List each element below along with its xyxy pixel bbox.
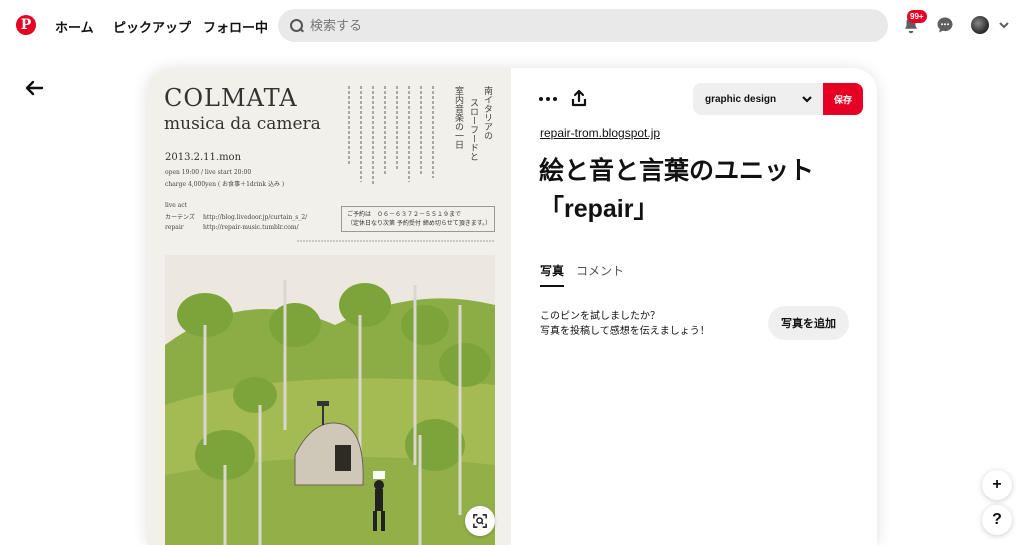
user-avatar[interactable] xyxy=(971,16,989,34)
search-icon xyxy=(290,18,304,33)
poster-reserve-line1: ご予約は ０６－６３７２－５５１９まで xyxy=(347,211,462,218)
visual-search-lens-button[interactable] xyxy=(465,506,495,536)
create-plus-button[interactable]: + xyxy=(982,470,1012,500)
poster-vertical-2: スローフードと xyxy=(468,98,478,161)
pin-closeup-card: COLMATA musica da camera 2013.2.11.mon o… xyxy=(147,68,877,545)
poster-fine-print xyxy=(297,240,495,242)
poster-reserve-line2: （定休日なり次第 予約受付 締め切らせて頂きます。） xyxy=(347,220,492,227)
account-chevron-down-icon[interactable] xyxy=(998,18,1010,30)
share-icon[interactable] xyxy=(571,89,587,107)
poster-vertical-1: 南イタリアの xyxy=(482,86,492,140)
search-bar[interactable] xyxy=(278,9,888,42)
chevron-down-icon xyxy=(802,96,812,103)
back-arrow-icon[interactable] xyxy=(24,80,44,96)
poster-vertical-3: 室内音楽の一日 xyxy=(453,86,463,149)
source-link[interactable]: repair-trom.blogspot.jp xyxy=(540,126,660,140)
tried-prompt-text: 写真を投稿して感想を伝えましょう！ xyxy=(540,326,710,337)
poster-charge: charge 4,000yen ( お食事＋1drink 込み ) xyxy=(165,181,285,188)
poster-title: COLMATA xyxy=(164,84,298,112)
poster-date: 2013.2.11.mon xyxy=(165,152,242,163)
messages-icon[interactable] xyxy=(936,16,954,34)
more-options-icon[interactable] xyxy=(539,90,557,108)
tab-comments[interactable]: コメント xyxy=(576,262,624,287)
notifications-badge: 99+ xyxy=(907,10,927,23)
tab-photos[interactable]: 写真 xyxy=(540,262,565,287)
poster-vertical-body-text xyxy=(348,86,434,186)
poster-illustration xyxy=(165,255,495,545)
poster-act2-name: repair xyxy=(165,224,184,231)
save-button[interactable]: 保存 xyxy=(823,83,863,115)
top-nav-bar: P ホーム ピックアップ フォロー中 99+ xyxy=(0,0,1024,50)
board-select-label: graphic design xyxy=(705,93,777,105)
pin-image[interactable]: COLMATA musica da camera 2013.2.11.mon o… xyxy=(147,68,511,545)
poster-subtitle: musica da camera xyxy=(164,114,321,134)
pinterest-logo-icon[interactable]: P xyxy=(16,15,36,35)
poster-live-act: live act xyxy=(165,202,188,209)
poster-time: open 19:00 / live start 20:00 xyxy=(165,169,252,176)
lens-icon xyxy=(473,514,487,528)
add-photo-button[interactable]: 写真を追加 xyxy=(768,306,849,340)
poster-reservation-box: ご予約は ０６－６３７２－５５１９まで （定休日なり次第 予約受付 締め切らせて… xyxy=(341,206,495,232)
help-button[interactable]: ? xyxy=(982,505,1012,535)
poster-act1-name: カーテンズ xyxy=(165,214,195,221)
nav-home[interactable]: ホーム xyxy=(55,17,94,36)
search-input[interactable] xyxy=(310,18,870,33)
pin-tabs: 写真 コメント xyxy=(540,262,636,287)
poster-act2-url: http://repair-music.tumblr.com/ xyxy=(203,224,299,231)
poster-act1-url: http://blog.livedoor.jp/curtain_s_2/ xyxy=(203,214,308,221)
nav-following[interactable]: フォロー中 xyxy=(203,17,268,36)
board-select-dropdown[interactable]: graphic design xyxy=(693,83,823,115)
pin-title: 絵と音と言葉のユニット「repair」 xyxy=(539,157,815,223)
tried-question-text: このピンを試しましたか？ xyxy=(540,311,660,322)
nav-pickup[interactable]: ピックアップ xyxy=(113,17,191,36)
